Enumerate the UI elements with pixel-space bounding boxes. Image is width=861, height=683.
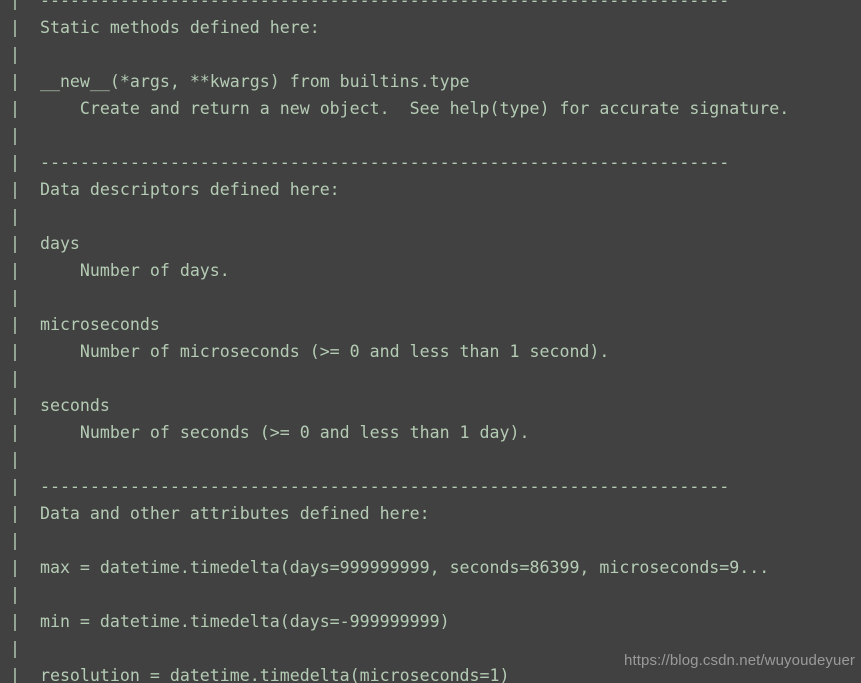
help-line: | [0, 531, 40, 550]
help-line: | Data descriptors defined here: [0, 180, 340, 199]
help-line: | [0, 450, 40, 469]
help-line: | [0, 369, 40, 388]
help-line: | [0, 288, 40, 307]
help-line: | resolution = datetime.timedelta(micros… [0, 666, 510, 683]
help-line: | Number of microseconds (>= 0 and less … [0, 342, 610, 361]
help-line: | max = datetime.timedelta(days=99999999… [0, 558, 770, 577]
help-output-text: | --------------------------------------… [0, 0, 861, 683]
help-line: | days [0, 234, 80, 253]
help-line: | Create and return a new object. See he… [0, 99, 790, 118]
help-line: | __new__(*args, **kwargs) from builtins… [0, 72, 470, 91]
help-line: | min = datetime.timedelta(days=-9999999… [0, 612, 450, 631]
help-line: | --------------------------------------… [0, 0, 730, 10]
help-line: | Number of seconds (>= 0 and less than … [0, 423, 530, 442]
terminal-window[interactable]: | --------------------------------------… [0, 0, 861, 683]
help-line: | seconds [0, 396, 110, 415]
help-line: | microseconds [0, 315, 160, 334]
help-line: | Static methods defined here: [0, 18, 320, 37]
help-line: | Number of days. [0, 261, 230, 280]
help-line: | [0, 45, 40, 64]
help-line: | --------------------------------------… [0, 477, 730, 496]
help-line: | [0, 585, 40, 604]
help-line: | [0, 639, 40, 658]
help-line: | [0, 126, 40, 145]
help-line: | --------------------------------------… [0, 153, 730, 172]
help-line: | Data and other attributes defined here… [0, 504, 430, 523]
help-line: | [0, 207, 40, 226]
